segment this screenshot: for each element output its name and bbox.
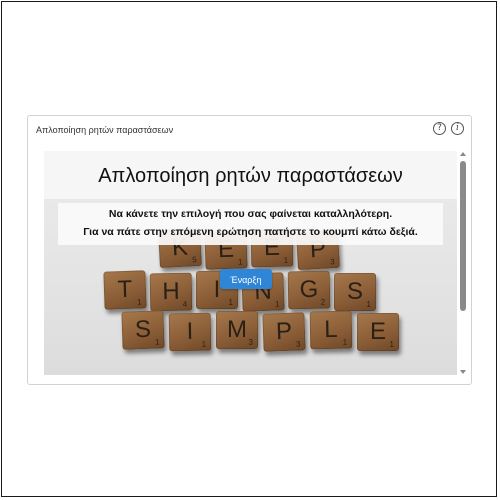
tile-value: 1 (366, 300, 371, 309)
tile-value: 1 (342, 337, 348, 347)
tile-value: 1 (237, 257, 243, 267)
tile-value: 3 (248, 338, 253, 347)
scrabble-tile: E1 (357, 313, 399, 351)
tile-letter: S (134, 315, 152, 344)
tile-letter: G (299, 275, 319, 304)
scrabble-tile: H4 (149, 272, 193, 312)
tile-value: 5 (191, 255, 197, 265)
instruction-line-1: Να κάνετε την επιλογή που σας φαίνεται κ… (108, 208, 393, 220)
scroll-down-arrow-icon[interactable] (460, 370, 466, 374)
tile-value: 1 (389, 340, 394, 349)
tile-value: 3 (329, 257, 335, 267)
scroll-up-arrow-icon[interactable] (460, 152, 466, 156)
scrabble-tile: P3 (262, 312, 306, 352)
tile-letter: T (117, 275, 133, 304)
tile-letter: I (186, 317, 194, 346)
tile-value: 1 (136, 297, 142, 307)
vertical-scrollbar[interactable] (459, 151, 468, 375)
tile-letter: S (346, 278, 363, 305)
scrollbar-thumb[interactable] (460, 161, 466, 311)
instruction-line-2: Για να πάτε στην επόμενη ερώτηση πατήστε… (83, 226, 418, 238)
scrabble-tile: S1 (121, 310, 165, 350)
tile-value: 4 (182, 299, 188, 309)
activity-widget: Απλοποίηση ρητών παραστάσεων ? i K5E1E1P… (27, 115, 472, 385)
question-circle-icon[interactable]: ? (433, 122, 446, 135)
tile-value: 2 (320, 297, 326, 307)
tile-letter: E (369, 318, 386, 345)
tile-letter: H (162, 277, 180, 306)
tile-value: 1 (154, 337, 160, 347)
tile-value: 1 (228, 298, 233, 307)
tile-letter: M (227, 316, 247, 343)
scrabble-tile: S1 (334, 273, 376, 311)
widget-header: Απλοποίηση ρητών παραστάσεων ? i (28, 116, 471, 150)
info-circle-icon[interactable]: i (451, 122, 464, 135)
tile-value: 1 (201, 339, 207, 349)
scrabble-tile: G2 (287, 270, 331, 310)
scrabble-tile: M3 (216, 311, 258, 349)
slide-viewport: K5E1E1P3 T1H4I1N1G2S1 S1I1M3P3L1E1 Απλοπ… (44, 151, 457, 375)
slide-title: Απλοποίηση ρητών παραστάσεων (98, 165, 403, 187)
tile-letter: L (324, 315, 338, 344)
scrabble-tile: I1 (168, 312, 212, 352)
tile-value: 1 (274, 299, 280, 309)
tile-letter: P (275, 317, 293, 346)
scrabble-tile: L1 (309, 310, 353, 350)
slide-title-band: Απλοποίηση ρητών παραστάσεων (44, 151, 457, 199)
start-button[interactable]: Έναρξη (220, 269, 272, 289)
tile-value: 3 (295, 339, 301, 349)
tile-value: 1 (283, 255, 289, 265)
widget-header-title: Απλοποίηση ρητών παραστάσεων (36, 125, 174, 135)
instructions-box: Να κάνετε την επιλογή που σας φαίνεται κ… (58, 203, 443, 245)
scrabble-tile: T1 (103, 270, 147, 310)
